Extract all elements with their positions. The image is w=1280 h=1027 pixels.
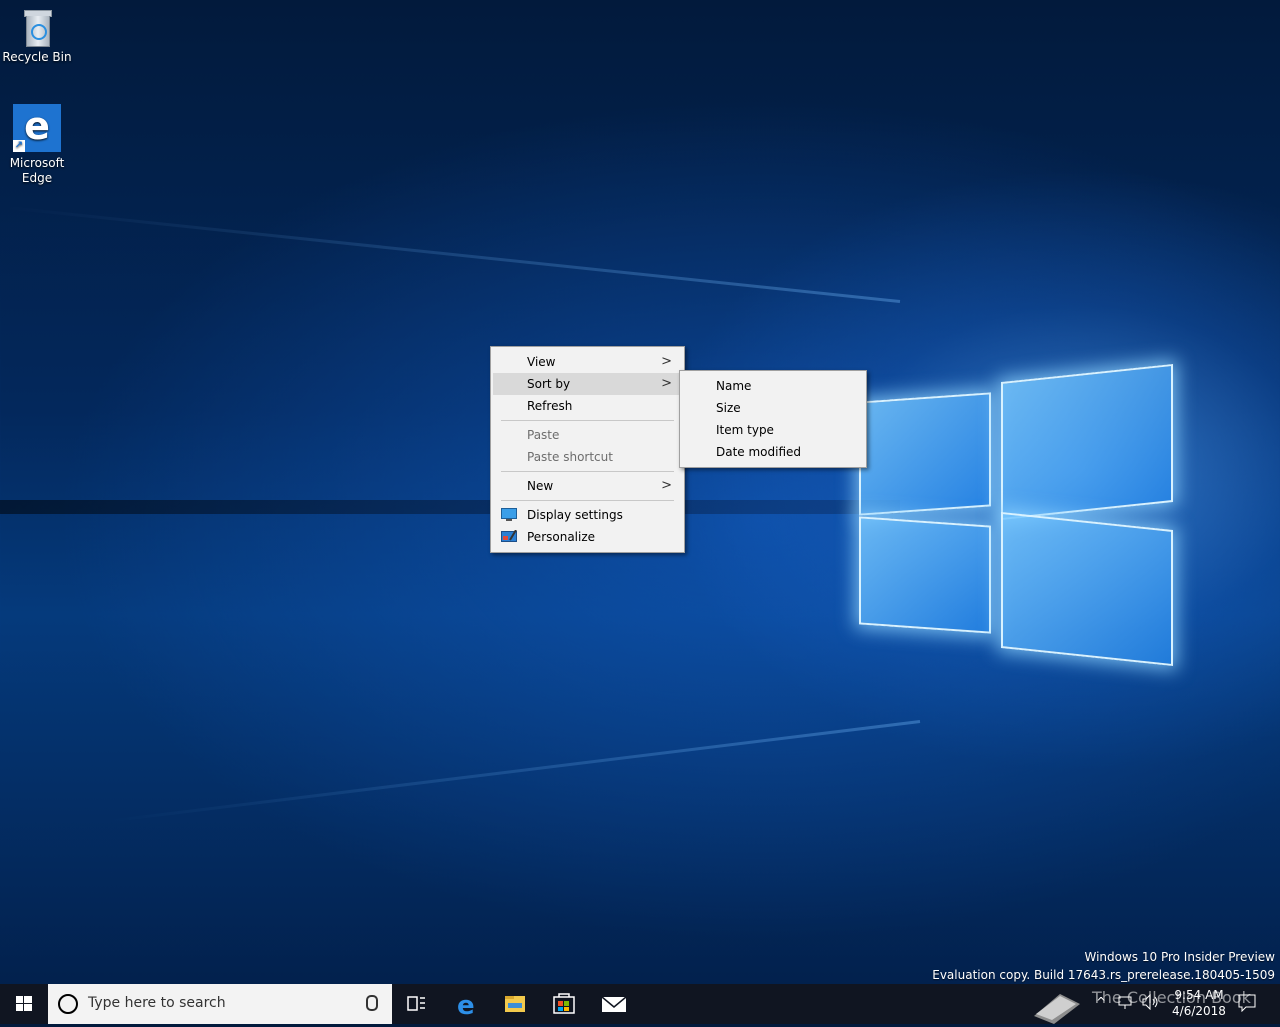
- menu-item-new[interactable]: New >: [493, 475, 682, 497]
- edge-icon: e ↗: [13, 104, 61, 152]
- task-view-button[interactable]: [392, 984, 440, 1024]
- submenu-item-date-modified[interactable]: Date modified: [682, 441, 864, 463]
- logo-pane: [859, 392, 991, 516]
- logo-pane: [1001, 363, 1173, 521]
- cortana-icon: [58, 994, 78, 1014]
- menu-separator: [501, 500, 674, 501]
- personalize-icon: [501, 530, 517, 542]
- menu-item-display-settings[interactable]: Display settings: [493, 504, 682, 526]
- shortcut-arrow-icon: ↗: [13, 140, 25, 152]
- submenu-item-name[interactable]: Name: [682, 375, 864, 397]
- microphone-icon[interactable]: [366, 995, 378, 1011]
- menu-item-sort-by[interactable]: Sort by >: [493, 373, 682, 395]
- start-button[interactable]: [0, 984, 48, 1024]
- taskbar-store-button[interactable]: [540, 984, 588, 1024]
- sort-by-submenu: Name Size Item type Date modified: [679, 370, 867, 468]
- desktop-icon-label: Recycle Bin: [2, 50, 72, 64]
- store-icon: [553, 993, 575, 1014]
- taskbar: Type here to search e ^ The Collection B…: [0, 984, 1280, 1024]
- windows-logo-icon: [16, 996, 32, 1011]
- menu-item-refresh[interactable]: Refresh: [493, 395, 682, 417]
- menu-item-paste: Paste: [527, 428, 560, 442]
- desktop-icon-label: Microsoft Edge: [9, 156, 65, 185]
- wallpaper-beam: [105, 720, 921, 823]
- wallpaper-beam: [4, 205, 901, 303]
- chevron-right-icon: >: [661, 376, 672, 391]
- wallpaper-windows-logo: [855, 355, 1175, 675]
- logo-pane: [1001, 511, 1173, 667]
- watermark-edition: Windows 10 Pro Insider Preview: [1084, 950, 1275, 964]
- desktop-icon-recycle-bin[interactable]: Recycle Bin: [2, 10, 72, 65]
- action-center-button[interactable]: [1238, 994, 1256, 1015]
- watermark-build: Evaluation copy. Build 17643.rs_prerelea…: [932, 968, 1275, 982]
- menu-item-personalize[interactable]: Personalize: [493, 526, 682, 548]
- task-view-icon: [407, 996, 425, 1011]
- taskbar-search-box[interactable]: Type here to search: [48, 984, 392, 1024]
- desktop-context-menu: View > Sort by > Refresh Paste Paste sho…: [490, 346, 685, 553]
- display-settings-icon: [501, 508, 517, 521]
- file-explorer-icon: [505, 996, 525, 1012]
- submenu-item-item-type[interactable]: Item type: [682, 419, 864, 441]
- taskbar-edge-button[interactable]: e: [443, 984, 491, 1024]
- notification-icon: [1238, 994, 1256, 1013]
- edge-icon: e: [457, 991, 475, 1021]
- menu-item-paste-shortcut: Paste shortcut: [527, 450, 613, 464]
- svg-text:e: e: [457, 991, 475, 1021]
- menu-separator: [501, 420, 674, 421]
- clock-date: 4/6/2018: [1172, 1004, 1226, 1018]
- chevron-right-icon: >: [661, 354, 672, 369]
- logo-pane: [859, 516, 991, 634]
- taskbar-clock[interactable]: 9:54 AM 4/6/2018: [1164, 987, 1234, 1019]
- chevron-right-icon: >: [661, 478, 672, 493]
- taskbar-mail-button[interactable]: [590, 984, 638, 1024]
- taskbar-file-explorer-button[interactable]: [491, 984, 539, 1024]
- book-overlay-icon: [1030, 986, 1084, 1027]
- menu-separator: [501, 471, 674, 472]
- desktop-icon-microsoft-edge[interactable]: e ↗ Microsoft Edge: [2, 104, 72, 186]
- mail-icon: [601, 996, 627, 1012]
- clock-time: 9:54 AM: [1174, 988, 1224, 1002]
- wallpaper-beam: [0, 500, 900, 514]
- search-placeholder: Type here to search: [88, 995, 226, 1011]
- menu-item-view[interactable]: View >: [493, 351, 682, 373]
- recycle-bin-icon: [21, 10, 53, 47]
- submenu-item-size[interactable]: Size: [682, 397, 864, 419]
- desktop[interactable]: Recycle Bin e ↗ Microsoft Edge View > Sor…: [0, 0, 1280, 984]
